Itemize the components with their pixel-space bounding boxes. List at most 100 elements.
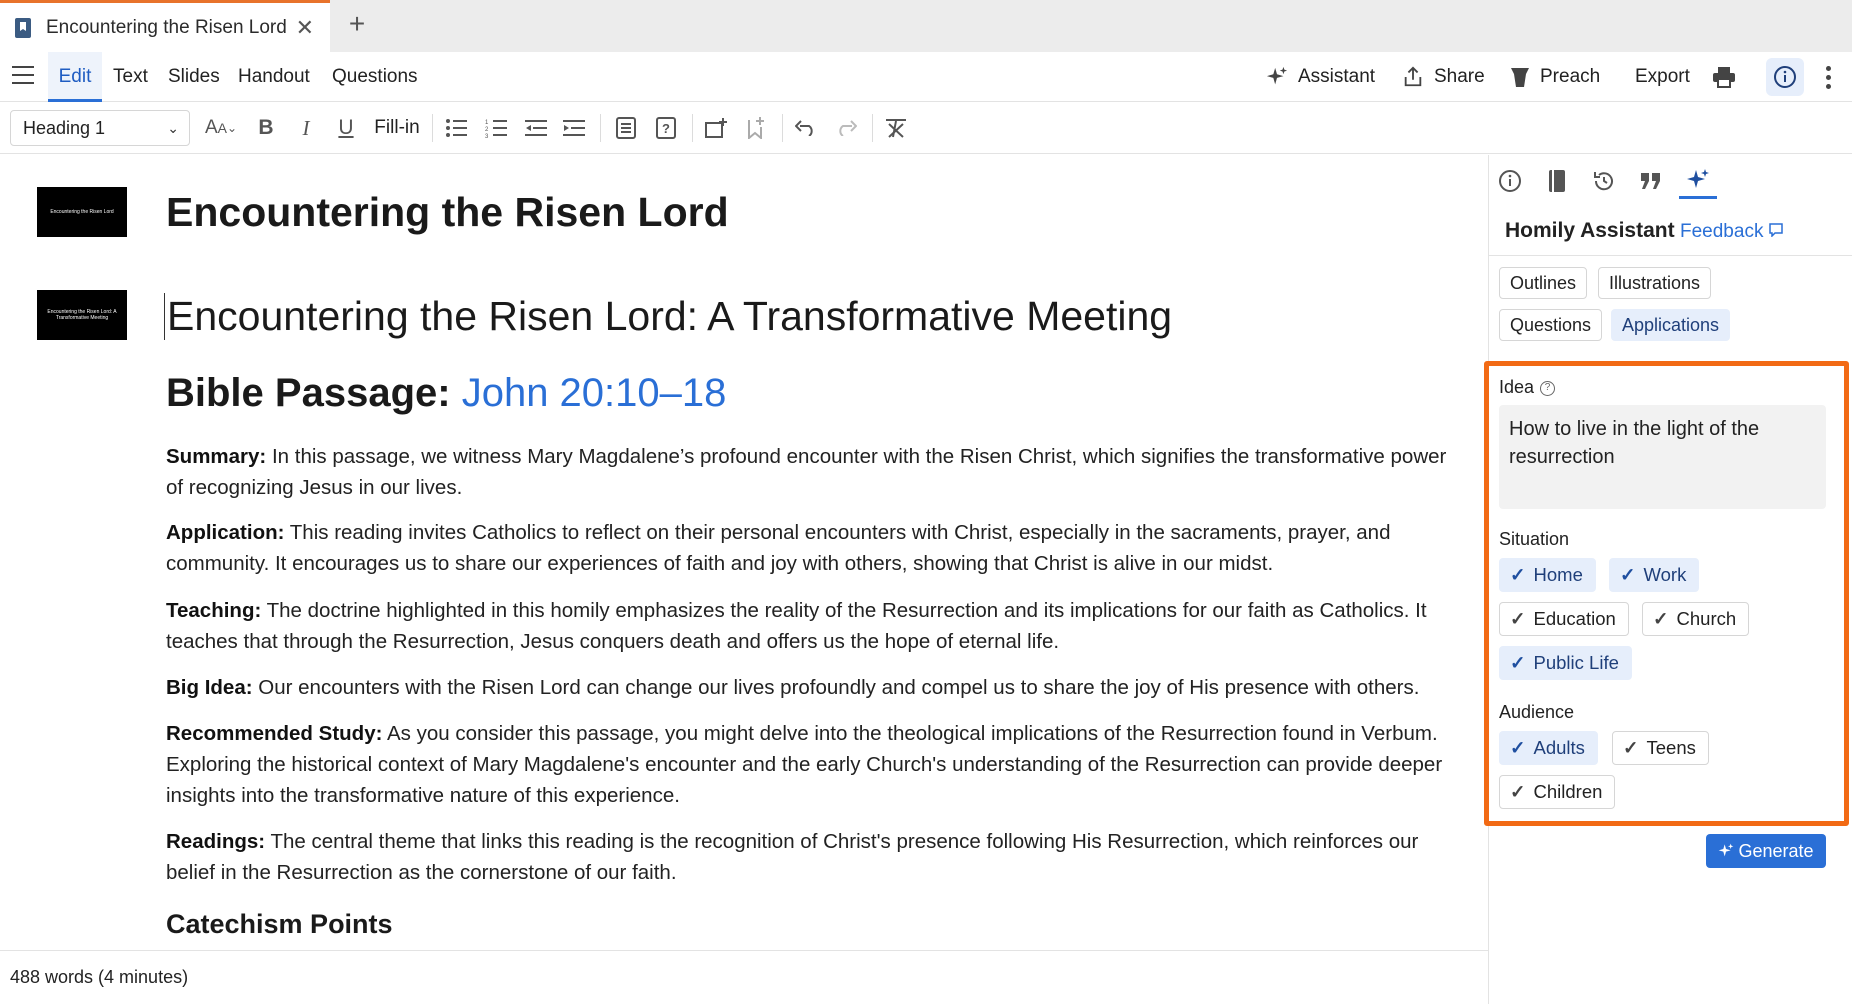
document-tab[interactable]: Encountering the Risen Lord ✕ <box>0 0 330 52</box>
section-label: Application: <box>166 521 285 544</box>
section-text: The central theme that links this readin… <box>166 830 1419 884</box>
status-bar: 488 words (4 minutes) <box>0 950 1488 1004</box>
section-text: Our encounters with the Risen Lord can c… <box>258 676 1420 699</box>
insert-slide-icon[interactable] <box>700 112 732 144</box>
tab-info[interactable] <box>1491 163 1529 199</box>
hamburger-menu-icon[interactable] <box>12 66 34 86</box>
tab-book[interactable] <box>1538 163 1576 199</box>
clear-formatting-icon[interactable] <box>880 112 912 144</box>
audience-children-chip[interactable]: ✓ Children <box>1499 775 1616 809</box>
situation-education-chip[interactable]: ✓ Education <box>1499 602 1629 636</box>
menu-text[interactable]: Text <box>113 52 148 102</box>
help-icon[interactable]: ? <box>1540 380 1556 396</box>
section-text: In this passage, we witness Mary Magdale… <box>166 445 1447 499</box>
redo-icon[interactable] <box>830 112 862 144</box>
assistant-button[interactable]: Assistant <box>1266 52 1375 102</box>
underline-icon[interactable]: U <box>330 112 362 144</box>
tab-assistant[interactable] <box>1679 163 1717 199</box>
document-editor[interactable]: Encountering the Risen Lord Encountering… <box>0 155 1488 950</box>
check-icon: ✓ <box>1623 737 1639 758</box>
insert-question-icon[interactable]: ? <box>650 112 682 144</box>
document-title: Encountering the Risen Lord <box>166 189 729 235</box>
preach-button[interactable]: Preach <box>1510 52 1600 102</box>
audience-teens-chip[interactable]: ✓ Teens <box>1612 731 1709 765</box>
chip-label: Home <box>1533 564 1583 585</box>
chip-label: Teens <box>1646 737 1696 758</box>
more-options-icon[interactable] <box>1818 64 1838 90</box>
teaching-paragraph: Teaching: The doctrine highlighted in th… <box>166 595 1466 657</box>
assistant-label: Assistant <box>1298 66 1376 87</box>
situation-home-chip[interactable]: ✓ Home <box>1499 558 1596 592</box>
section-label: Recommended Study: <box>166 722 383 745</box>
mode-applications[interactable]: Applications <box>1611 309 1731 341</box>
mode-illustrations[interactable]: Illustrations <box>1598 267 1712 299</box>
chip-label: Education <box>1533 608 1616 629</box>
bible-passage-link[interactable]: John 20:10–18 <box>462 371 727 415</box>
idea-input[interactable]: How to live in the light of the resurrec… <box>1499 405 1826 509</box>
application-paragraph: Application: This reading invites Cathol… <box>166 517 1466 579</box>
toolbar-divider <box>692 114 693 142</box>
check-icon: ✓ <box>1510 564 1526 585</box>
document-icon <box>15 17 31 38</box>
menu-handout[interactable]: Handout <box>238 52 310 102</box>
tab-title: Encountering the Risen Lord <box>46 16 287 38</box>
italic-icon[interactable]: I <box>290 112 322 144</box>
share-icon <box>1404 66 1422 87</box>
bookmark-add-icon[interactable] <box>740 112 772 144</box>
outdent-icon[interactable] <box>520 112 552 144</box>
tab-bar: Encountering the Risen Lord ✕ + <box>0 0 1852 52</box>
generate-button[interactable]: Generate <box>1706 834 1826 868</box>
audience-adults-chip[interactable]: ✓ Adults <box>1499 731 1598 765</box>
sparkle-icon <box>1266 66 1288 85</box>
mode-questions[interactable]: Questions <box>1499 309 1603 341</box>
chat-bubble-icon <box>1768 223 1783 238</box>
toolbar-divider <box>782 114 783 142</box>
insert-block-icon[interactable] <box>610 112 642 144</box>
font-size-icon[interactable]: A A ⌄ <box>200 112 242 144</box>
numbered-list-icon[interactable]: 123 <box>480 112 512 144</box>
info-toggle-button[interactable] <box>1766 58 1804 96</box>
summary-paragraph: Summary: In this passage, we witness Mar… <box>166 441 1466 503</box>
menu-bar: Edit Text Slides Handout Questions Assis… <box>0 52 1852 102</box>
bullet-list-icon[interactable] <box>440 112 472 144</box>
info-icon <box>1774 66 1796 88</box>
menu-slides[interactable]: Slides <box>168 52 220 102</box>
new-tab-button[interactable]: + <box>340 8 374 40</box>
bold-icon[interactable]: B <box>250 112 282 144</box>
slide-thumbnail[interactable]: Encountering the Risen Lord <box>37 187 127 237</box>
mode-outlines[interactable]: Outlines <box>1499 267 1588 299</box>
situation-church-chip[interactable]: ✓ Church <box>1642 602 1750 636</box>
big-idea-paragraph: Big Idea: Our encounters with the Risen … <box>166 672 1466 703</box>
preach-label: Preach <box>1540 66 1601 87</box>
tab-quotes[interactable] <box>1632 163 1670 199</box>
section-text: The doctrine highlighted in this homily … <box>166 599 1427 653</box>
check-icon: ✓ <box>1510 608 1526 629</box>
fill-in-button[interactable]: Fill-in <box>370 112 424 144</box>
section-label: Big Idea: <box>166 676 253 699</box>
panel-divider-line <box>1489 255 1852 256</box>
feedback-link[interactable]: Feedback <box>1680 221 1783 243</box>
share-button[interactable]: Share <box>1402 52 1485 102</box>
info-icon <box>1499 170 1521 192</box>
menu-questions[interactable]: Questions <box>332 52 418 102</box>
idea-label-text: Idea <box>1499 377 1535 397</box>
slide-thumbnail[interactable]: Encountering the Risen Lord: A Transform… <box>37 290 127 340</box>
indent-icon[interactable] <box>558 112 590 144</box>
panel-title: Homily Assistant <box>1505 219 1675 242</box>
svg-text:3: 3 <box>485 134 489 138</box>
situation-public-life-chip[interactable]: ✓ Public Life <box>1499 646 1632 680</box>
svg-text:1: 1 <box>485 120 489 126</box>
svg-text:2: 2 <box>485 127 489 133</box>
tab-history[interactable] <box>1585 163 1623 199</box>
history-icon <box>1594 172 1613 191</box>
print-button[interactable] <box>1712 52 1746 102</box>
undo-icon[interactable] <box>790 112 822 144</box>
format-toolbar: Heading 1 ⌄ A A ⌄ B I U Fill-in 123 ? <box>0 102 1852 154</box>
close-tab-icon[interactable]: ✕ <box>296 15 314 41</box>
panel-tabs <box>1489 155 1852 205</box>
situation-work-chip[interactable]: ✓ Work <box>1609 558 1700 592</box>
paragraph-style-select[interactable]: Heading 1 ⌄ <box>10 110 190 146</box>
export-label: Export <box>1635 66 1690 87</box>
export-button[interactable]: Export <box>1635 52 1690 102</box>
menu-edit[interactable]: Edit <box>48 52 102 102</box>
